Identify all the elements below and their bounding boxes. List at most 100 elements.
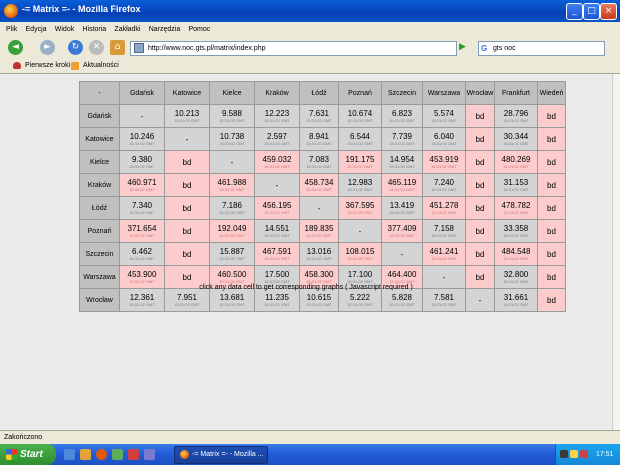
data-cell[interactable]: 460.971 15:31:02 GMT xyxy=(119,173,165,197)
data-cell[interactable]: 9.380 15:31:02 GMT xyxy=(119,150,165,174)
menu-item-narzedzia[interactable]: Narzędzia xyxy=(149,22,181,37)
data-cell[interactable]: 10.246 15:31:02 GMT xyxy=(119,127,165,151)
data-cell[interactable]: 13.419 15:31:02 GMT xyxy=(381,196,423,220)
data-cell[interactable]: 6.544 15:31:02 GMT xyxy=(338,127,382,151)
quicklaunch-media-icon[interactable] xyxy=(128,449,139,460)
data-cell[interactable]: bd xyxy=(465,219,495,243)
data-cell[interactable]: 13.016 15:31:02 GMT xyxy=(299,242,339,266)
menu-item-plik[interactable]: Plik xyxy=(6,22,17,37)
data-cell[interactable]: 7.158 15:31:02 GMT xyxy=(422,219,466,243)
data-cell[interactable]: bd xyxy=(537,196,566,220)
data-cell[interactable]: bd xyxy=(537,127,566,151)
data-cell[interactable]: 191.175 15:31:02 GMT xyxy=(338,150,382,174)
search-box[interactable]: Ggts noc xyxy=(478,41,605,56)
data-cell[interactable]: bd xyxy=(465,104,495,128)
data-cell[interactable]: 5.574 15:31:02 GMT xyxy=(422,104,466,128)
data-cell[interactable]: bd xyxy=(465,173,495,197)
data-cell[interactable]: 7.340 15:31:02 GMT xyxy=(119,196,165,220)
data-cell[interactable]: 461.241 15:31:02 GMT xyxy=(422,242,466,266)
data-cell[interactable]: bd xyxy=(465,196,495,220)
vertical-scrollbar[interactable] xyxy=(612,74,620,430)
quicklaunch-firefox-icon[interactable] xyxy=(96,449,107,460)
data-cell[interactable]: 453.919 15:31:02 GMT xyxy=(422,150,466,174)
data-cell[interactable]: 461.988 15:31:02 GMT xyxy=(209,173,255,197)
data-cell[interactable]: 478.782 15:31:02 GMT xyxy=(494,196,538,220)
data-cell[interactable]: 456.195 15:31:02 GMT xyxy=(254,196,300,220)
menu-item-widok[interactable]: Widok xyxy=(55,22,74,37)
data-cell[interactable]: 14.551 15:31:02 GMT xyxy=(254,219,300,243)
data-cell[interactable]: 12.983 15:31:02 GMT xyxy=(338,173,382,197)
data-cell[interactable]: 14.954 15:31:02 GMT xyxy=(381,150,423,174)
menu-item-edycja[interactable]: Edycja xyxy=(26,22,47,37)
data-cell[interactable]: 459.032 15:31:02 GMT xyxy=(254,150,300,174)
data-cell[interactable]: 9.588 15:31:02 GMT xyxy=(209,104,255,128)
back-button[interactable]: ◄ xyxy=(8,40,23,55)
tray-security-icon[interactable] xyxy=(580,450,588,458)
data-cell[interactable]: 28.796 15:31:02 GMT xyxy=(494,104,538,128)
data-cell[interactable]: bd xyxy=(537,104,566,128)
data-cell[interactable]: 13.681 15:31:02 GMT xyxy=(209,288,255,312)
data-cell[interactable]: 11.235 15:31:02 GMT xyxy=(254,288,300,312)
data-cell[interactable]: 192.049 15:31:02 GMT xyxy=(209,219,255,243)
data-cell[interactable]: bd xyxy=(465,242,495,266)
data-cell[interactable]: bd xyxy=(164,196,210,220)
home-button[interactable]: ⌂ xyxy=(110,40,125,55)
close-button[interactable]: × xyxy=(600,3,617,20)
data-cell[interactable]: 7.083 15:31:02 GMT xyxy=(299,150,339,174)
data-cell[interactable]: 371.654 15:31:02 GMT xyxy=(119,219,165,243)
quicklaunch-ie-icon[interactable] xyxy=(64,449,75,460)
data-cell[interactable]: 30.344 15:31:02 GMT xyxy=(494,127,538,151)
data-cell[interactable]: 467.591 15:31:02 GMT xyxy=(254,242,300,266)
quicklaunch-folder-icon[interactable] xyxy=(80,449,91,460)
data-cell[interactable]: 10.615 15:31:02 GMT xyxy=(299,288,339,312)
data-cell[interactable]: 377.409 15:31:02 GMT xyxy=(381,219,423,243)
maximize-button[interactable]: □ xyxy=(583,3,600,20)
menu-item-historia[interactable]: Historia xyxy=(82,22,106,37)
data-cell[interactable]: 465.119 15:31:02 GMT xyxy=(381,173,423,197)
data-cell[interactable]: bd xyxy=(537,242,566,266)
bookmark-aktualnosci[interactable]: Aktualności xyxy=(83,58,119,73)
data-cell[interactable]: 7.581 15:31:02 GMT xyxy=(422,288,466,312)
data-cell[interactable]: bd xyxy=(465,150,495,174)
address-bar[interactable]: http://www.noc.gts.pl/matrix/index.php xyxy=(130,41,457,56)
data-cell[interactable]: bd xyxy=(164,173,210,197)
data-cell[interactable]: 367.595 15:31:02 GMT xyxy=(338,196,382,220)
bookmark-pierwsze-kroki[interactable]: Pierwsze kroki xyxy=(25,58,70,73)
data-cell[interactable]: 108.015 15:31:02 GMT xyxy=(338,242,382,266)
data-cell[interactable]: bd xyxy=(537,288,566,312)
data-cell[interactable]: 7.186 15:31:02 GMT xyxy=(209,196,255,220)
tray-volume-icon[interactable] xyxy=(570,450,578,458)
data-cell[interactable]: 7.739 15:31:02 GMT xyxy=(381,127,423,151)
data-cell[interactable]: 10.213 15:31:02 GMT xyxy=(164,104,210,128)
tray-network-icon[interactable] xyxy=(560,450,568,458)
data-cell[interactable]: 5.828 15:31:02 GMT xyxy=(381,288,423,312)
data-cell[interactable]: 6.462 15:31:02 GMT xyxy=(119,242,165,266)
data-cell[interactable]: bd xyxy=(164,219,210,243)
data-cell[interactable]: 8.941 15:31:02 GMT xyxy=(299,127,339,151)
minimize-button[interactable]: _ xyxy=(566,3,583,20)
data-cell[interactable]: 10.674 15:31:02 GMT xyxy=(338,104,382,128)
forward-button[interactable]: ► xyxy=(40,40,55,55)
data-cell[interactable]: bd xyxy=(164,242,210,266)
taskbar-firefox-window[interactable]: -= Matrix =- - Mozilla ... xyxy=(174,446,268,464)
data-cell[interactable]: 6.040 15:31:02 GMT xyxy=(422,127,466,151)
data-cell[interactable]: 31.661 15:31:02 GMT xyxy=(494,288,538,312)
data-cell[interactable]: 12.361 15:31:02 GMT xyxy=(119,288,165,312)
data-cell[interactable]: 458.734 15:31:02 GMT xyxy=(299,173,339,197)
data-cell[interactable]: bd xyxy=(465,127,495,151)
data-cell[interactable]: 15.887 15:31:02 GMT xyxy=(209,242,255,266)
data-cell[interactable]: bd xyxy=(537,219,566,243)
data-cell[interactable]: 451.278 15:31:02 GMT xyxy=(422,196,466,220)
reload-button[interactable]: ↻ xyxy=(68,40,83,55)
data-cell[interactable]: 7.240 15:31:02 GMT xyxy=(422,173,466,197)
quicklaunch-app-icon[interactable] xyxy=(112,449,123,460)
data-cell[interactable]: 189.835 15:31:02 GMT xyxy=(299,219,339,243)
data-cell[interactable]: 2.597 15:31:02 GMT xyxy=(254,127,300,151)
quicklaunch-desktop-icon[interactable] xyxy=(144,449,155,460)
data-cell[interactable]: 5.222 15:31:02 GMT xyxy=(338,288,382,312)
data-cell[interactable]: 480.269 15:31:02 GMT xyxy=(494,150,538,174)
data-cell[interactable]: 484.548 15:31:02 GMT xyxy=(494,242,538,266)
data-cell[interactable]: 12.223 15:31:02 GMT xyxy=(254,104,300,128)
start-button[interactable]: Start xyxy=(0,444,56,465)
data-cell[interactable]: bd xyxy=(537,150,566,174)
